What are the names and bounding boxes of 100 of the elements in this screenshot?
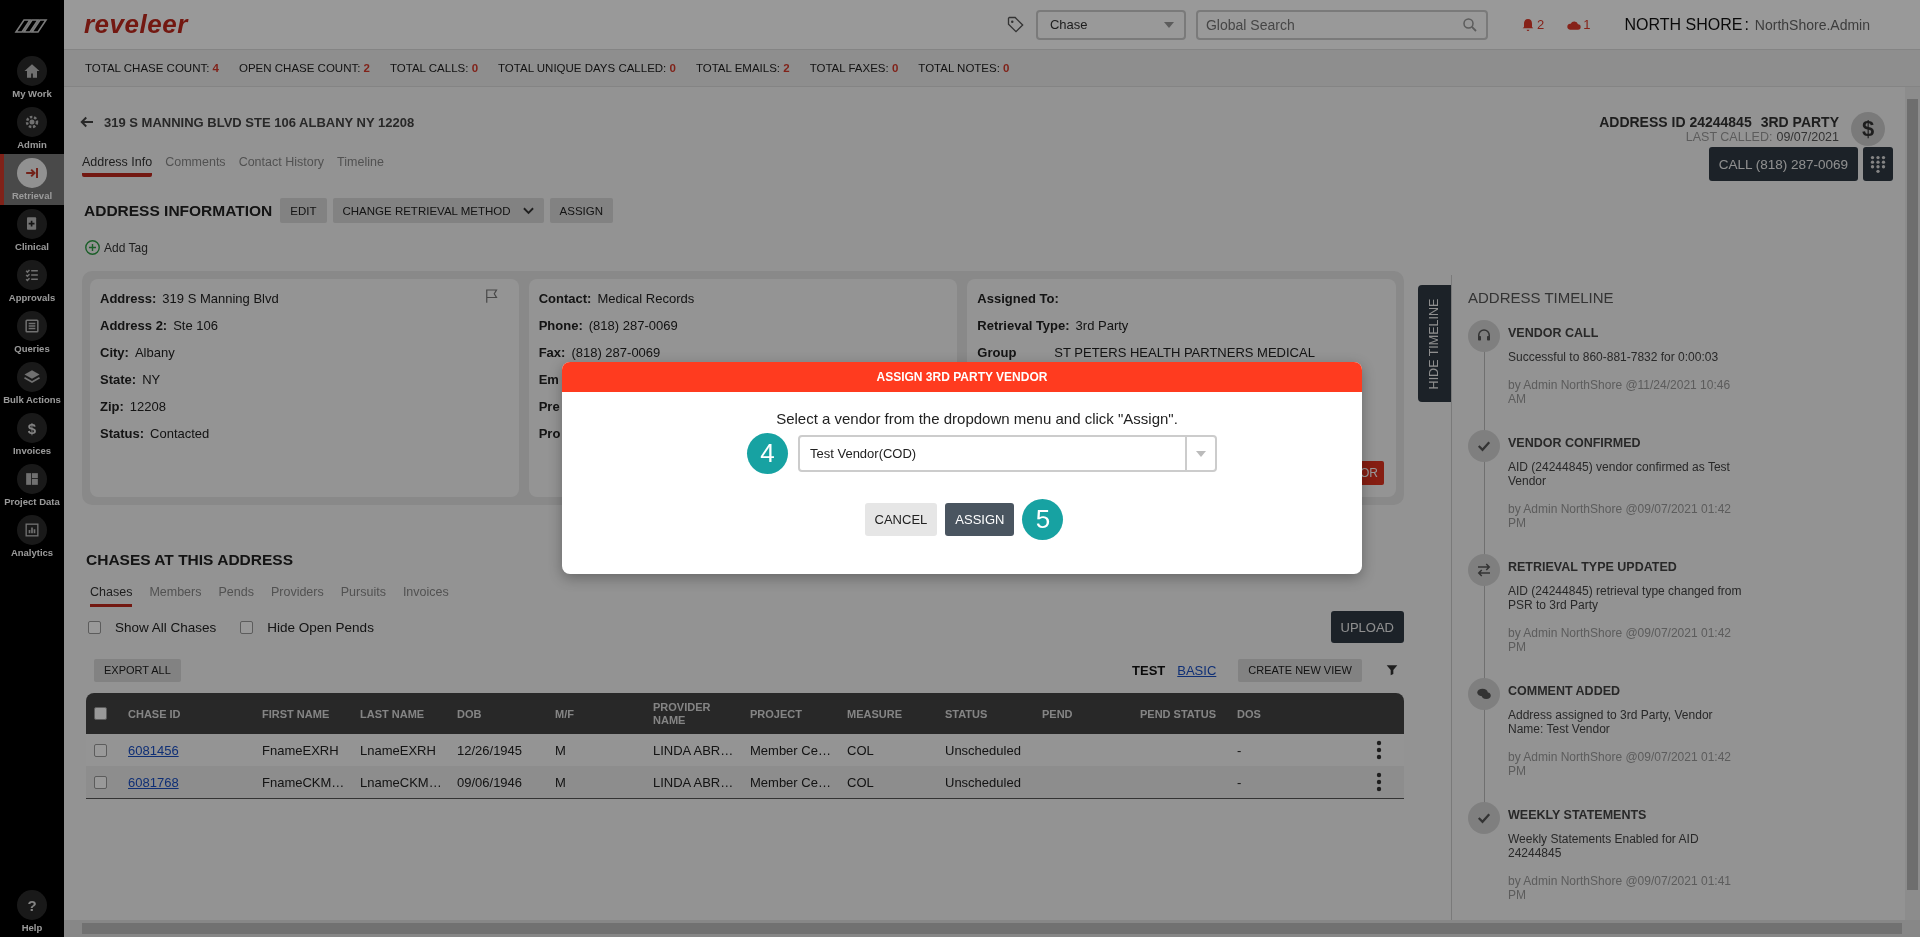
table-cell: Unscheduled [945,774,1021,790]
stat-label: TOTAL NOTES: 0 [918,62,1010,74]
entry-text: Weekly Statements Enabled for AID 24244845 [1508,832,1700,860]
assign-button[interactable]: ASSIGN [945,503,1015,536]
user-name[interactable]: NorthShore.Admin [1754,16,1870,33]
field-value: NY [142,372,161,387]
plus-circle-icon [84,239,101,256]
field-value: Medical Records [597,291,695,306]
field-value: Ste 106 [173,318,219,333]
tab[interactable]: Timeline [337,155,384,177]
vendor-select[interactable]: Test Vendor(COD) [798,435,1217,472]
entry-title: VENDOR CALL [1508,326,1600,340]
chase-id-link[interactable]: 6081456 [128,742,179,758]
field-label: Assigned To: [977,291,1059,306]
add-tag-link[interactable]: Add Tag [78,239,148,256]
export-button[interactable]: EXPORT ALL [94,658,181,682]
more-vertical-icon[interactable] [1376,740,1382,760]
checkbox[interactable] [88,620,101,634]
tab[interactable]: Address Info [82,155,153,177]
dropdown-button[interactable]: CHANGE RETRIEVAL METHOD [332,198,544,223]
sidebar-item[interactable]: My Work [0,52,64,103]
checkbox[interactable] [94,743,107,757]
tab[interactable]: Providers [270,585,324,607]
sidebar-item[interactable]: Bulk Actions [0,358,64,409]
chase-id-link[interactable]: 6081768 [128,774,179,790]
dollar-icon: $ [27,420,37,436]
stat-label: OPEN CHASE COUNT: 2 [239,62,370,74]
table-cell: LnameCKM… [360,774,442,790]
retrieval-party: 3RD PARTY [1760,114,1839,130]
horizontal-scrollbar[interactable] [64,920,1920,937]
field-label: Address 2: [100,318,168,333]
column-header: PEND [1042,707,1074,720]
upload-button[interactable]: UPLOAD [1330,611,1404,643]
modal-message: Select a vendor from the dropdown menu and click "Assign". [776,410,1178,427]
field-value: 3rd Party [1075,318,1129,333]
dollar-badge[interactable]: $ [1851,112,1885,146]
create-view-button[interactable]: CREATE NEW VIEW [1238,658,1362,682]
checkbox[interactable] [94,707,107,720]
column-header: CHASE ID [128,707,182,720]
table-cell: M [555,742,566,758]
view-link[interactable]: BASIC [1177,662,1217,678]
tab[interactable]: Members [149,585,202,607]
sidebar-item[interactable]: Approvals [0,256,64,307]
sidebar-item[interactable]: Admin [0,103,64,154]
sidebar-item[interactable]: $ Invoices [0,409,64,460]
call-button[interactable]: CALL (818) 287-0069 [1708,147,1858,181]
column-header: MEASURE [847,707,903,720]
entry-text: Address assigned to 3rd Party, Vendor Name: Test Vendor [1508,708,1714,736]
table-cell: M [555,774,566,790]
field-value: 12208 [129,399,166,414]
column-header: LAST NAME [360,707,426,720]
checkbox[interactable] [94,775,107,789]
table-cell: COL [847,742,874,758]
step-badge: 5 [1022,499,1064,540]
table-cell: COL [847,774,874,790]
search-type-select[interactable]: Chase [1035,9,1186,40]
sidebar-item[interactable]: Project Data [0,460,64,511]
filter-icon[interactable] [1384,662,1400,678]
entry-title: VENDOR CONFIRMED [1508,436,1642,450]
alerts-button[interactable]: 1 [1566,16,1591,33]
help-button[interactable]: ? Help [0,886,64,937]
caret-icon [1163,21,1174,28]
tab[interactable]: Contact History [238,155,325,177]
table-cell: - [1237,742,1242,758]
tab[interactable]: Pursuits [340,585,386,607]
keypad-button[interactable] [1863,147,1893,181]
sidebar-item[interactable]: Queries [0,307,64,358]
field-label: City: [100,345,129,360]
tab[interactable]: Invoices [402,585,449,607]
more-vertical-icon[interactable] [1376,772,1382,792]
address-id: ADDRESS ID 24244845 [1599,114,1752,130]
column-header: PROVIDER NAME [653,701,712,726]
check-icon [1468,802,1500,834]
timeline-title: ADDRESS TIMELINE [1468,289,1615,306]
checkbox[interactable] [240,620,254,634]
column-header: PROJECT [750,707,803,720]
entry-text: AID (24244845) retrieval type changed from PSR to 3rd Party [1508,584,1743,612]
action-button[interactable]: EDIT [280,198,327,223]
entry-title: WEEKLY STATEMENTS [1508,808,1648,822]
cancel-button[interactable]: CANCEL [864,503,938,536]
table-cell: FnameCKM… [262,774,345,790]
action-button[interactable]: ASSIGN [549,198,614,223]
logo: reveleer [84,9,188,40]
vertical-scrollbar[interactable] [1905,87,1920,920]
table-cell: Member Ce… [750,774,831,790]
sidebar-item[interactable]: Retrieval [0,154,64,205]
search-field[interactable]: Global Search [1195,9,1488,40]
table-cell: - [1237,774,1242,790]
notifications-button[interactable]: 2 [1519,16,1545,33]
caret-icon [1196,450,1206,457]
tab[interactable]: Chases [90,585,133,607]
tab[interactable]: Comments [165,155,226,177]
field-label: Group [977,345,1017,360]
swap-arrows-icon [1468,554,1500,586]
sidebar-item[interactable]: Analytics [0,511,64,562]
hide-timeline-tab[interactable]: HIDE TIMELINE [1418,285,1451,402]
tab[interactable]: Pends [218,585,254,607]
sidebar-item[interactable]: Clinical [0,205,64,256]
column-header: STATUS [945,707,989,720]
step-badge: 4 [747,433,788,474]
